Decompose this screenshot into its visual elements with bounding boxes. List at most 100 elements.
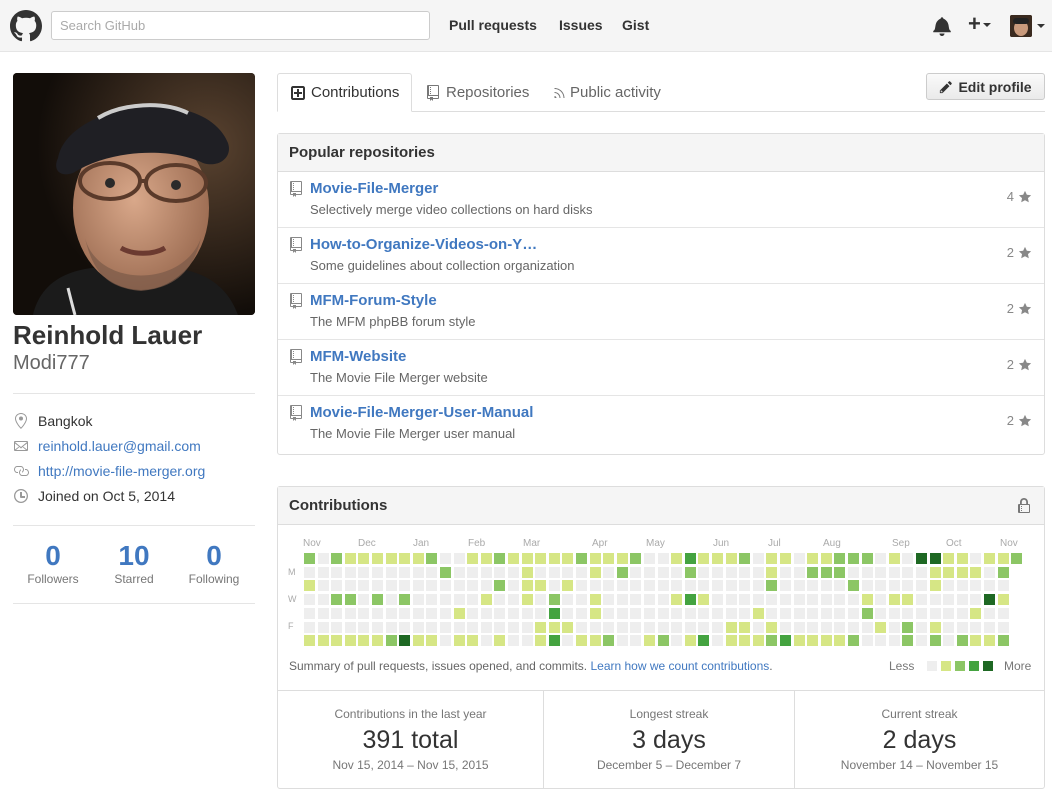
contribution-day-cell[interactable]: [304, 553, 315, 564]
contribution-day-cell[interactable]: [494, 621, 506, 633]
contribution-day-cell[interactable]: [657, 566, 669, 578]
contribution-day-cell[interactable]: [562, 594, 574, 606]
contribution-day-cell[interactable]: [372, 580, 383, 592]
contribution-day-cell[interactable]: [902, 580, 914, 592]
contribution-day-cell[interactable]: [603, 621, 615, 633]
contribution-day-cell[interactable]: [385, 621, 397, 633]
github-logo-icon[interactable]: [10, 10, 42, 42]
tab-contributions[interactable]: Contributions: [277, 73, 413, 112]
contribution-day-cell[interactable]: [372, 607, 383, 619]
contribution-day-cell[interactable]: [426, 566, 438, 578]
contribution-day-cell[interactable]: [331, 594, 343, 606]
contribution-day-cell[interactable]: [943, 553, 955, 564]
contribution-day-cell[interactable]: [712, 621, 723, 633]
contribution-day-cell[interactable]: [752, 566, 764, 578]
contribution-day-cell[interactable]: [548, 635, 560, 647]
contribution-day-cell[interactable]: [412, 635, 424, 647]
contribution-day-cell[interactable]: [780, 580, 791, 592]
contribution-day-cell[interactable]: [644, 607, 655, 619]
contribution-day-cell[interactable]: [317, 580, 329, 592]
contribution-day-cell[interactable]: [834, 553, 846, 564]
contribution-day-cell[interactable]: [372, 566, 383, 578]
contribution-day-cell[interactable]: [548, 594, 560, 606]
contribution-day-cell[interactable]: [548, 580, 560, 592]
contribution-day-cell[interactable]: [616, 607, 628, 619]
contribution-day-cell[interactable]: [793, 607, 805, 619]
contribution-day-cell[interactable]: [657, 580, 669, 592]
contribution-day-cell[interactable]: [480, 621, 492, 633]
contribution-day-cell[interactable]: [616, 553, 628, 564]
search-input[interactable]: [51, 11, 430, 40]
contribution-day-cell[interactable]: [576, 553, 587, 564]
contribution-day-cell[interactable]: [508, 566, 519, 578]
contribution-day-cell[interactable]: [480, 553, 492, 564]
contribution-day-cell[interactable]: [780, 621, 791, 633]
contribution-day-cell[interactable]: [684, 607, 696, 619]
contribution-day-cell[interactable]: [725, 580, 737, 592]
contribution-day-cell[interactable]: [535, 553, 547, 564]
contribution-day-cell[interactable]: [521, 635, 533, 647]
repo-stars[interactable]: 2: [1007, 357, 1032, 372]
contribution-day-cell[interactable]: [793, 553, 805, 564]
contribution-day-cell[interactable]: [916, 635, 927, 647]
contribution-day-cell[interactable]: [997, 580, 1009, 592]
contribution-day-cell[interactable]: [358, 580, 370, 592]
contribution-day-cell[interactable]: [916, 594, 927, 606]
contribution-day-cell[interactable]: [671, 553, 683, 564]
contribution-day-cell[interactable]: [970, 594, 982, 606]
contribution-day-cell[interactable]: [684, 580, 696, 592]
contribution-day-cell[interactable]: [875, 635, 887, 647]
contribution-day-cell[interactable]: [331, 580, 343, 592]
contribution-day-cell[interactable]: [956, 553, 968, 564]
contribution-day-cell[interactable]: [494, 607, 506, 619]
contribution-day-cell[interactable]: [712, 580, 723, 592]
contribution-day-cell[interactable]: [331, 621, 343, 633]
nav-pull-requests[interactable]: Pull requests: [449, 17, 537, 33]
contribution-day-cell[interactable]: [562, 635, 574, 647]
contribution-day-cell[interactable]: [603, 553, 615, 564]
contribution-day-cell[interactable]: [440, 566, 451, 578]
contribution-day-cell[interactable]: [508, 580, 519, 592]
contribution-day-cell[interactable]: [739, 635, 751, 647]
contribution-day-cell[interactable]: [494, 594, 506, 606]
repo-stars[interactable]: 2: [1007, 245, 1032, 260]
contribution-day-cell[interactable]: [902, 553, 914, 564]
contribution-day-cell[interactable]: [385, 580, 397, 592]
contribution-day-cell[interactable]: [671, 580, 683, 592]
contribution-day-cell[interactable]: [304, 607, 315, 619]
contribution-day-cell[interactable]: [508, 594, 519, 606]
stat-starred[interactable]: 10 Starred: [94, 540, 174, 586]
contribution-day-cell[interactable]: [344, 566, 356, 578]
contribution-day-cell[interactable]: [956, 621, 968, 633]
contribution-day-cell[interactable]: [739, 607, 751, 619]
contribution-day-cell[interactable]: [712, 566, 723, 578]
contribution-day-cell[interactable]: [943, 607, 955, 619]
contribution-day-cell[interactable]: [984, 607, 995, 619]
contribution-day-cell[interactable]: [793, 594, 805, 606]
contribution-day-cell[interactable]: [970, 621, 982, 633]
contribution-day-cell[interactable]: [834, 607, 846, 619]
contribution-day-cell[interactable]: [929, 635, 941, 647]
contribution-day-cell[interactable]: [426, 594, 438, 606]
chevron-down-icon[interactable]: [1037, 24, 1045, 28]
contribution-day-cell[interactable]: [888, 553, 900, 564]
contribution-day-cell[interactable]: [630, 635, 642, 647]
contribution-day-cell[interactable]: [317, 594, 329, 606]
contribution-day-cell[interactable]: [984, 635, 995, 647]
contribution-day-cell[interactable]: [888, 635, 900, 647]
contribution-day-cell[interactable]: [317, 607, 329, 619]
contribution-day-cell[interactable]: [576, 621, 587, 633]
contribution-day-cell[interactable]: [793, 635, 805, 647]
contribution-day-cell[interactable]: [739, 566, 751, 578]
contribution-day-cell[interactable]: [331, 607, 343, 619]
contribution-day-cell[interactable]: [644, 553, 655, 564]
contribution-day-cell[interactable]: [943, 621, 955, 633]
contribution-day-cell[interactable]: [603, 635, 615, 647]
contribution-day-cell[interactable]: [412, 553, 424, 564]
contribution-day-cell[interactable]: [834, 566, 846, 578]
contribution-day-cell[interactable]: [535, 580, 547, 592]
contribution-day-cell[interactable]: [752, 594, 764, 606]
contribution-day-cell[interactable]: [888, 594, 900, 606]
contribution-day-cell[interactable]: [480, 635, 492, 647]
contribution-day-cell[interactable]: [385, 566, 397, 578]
